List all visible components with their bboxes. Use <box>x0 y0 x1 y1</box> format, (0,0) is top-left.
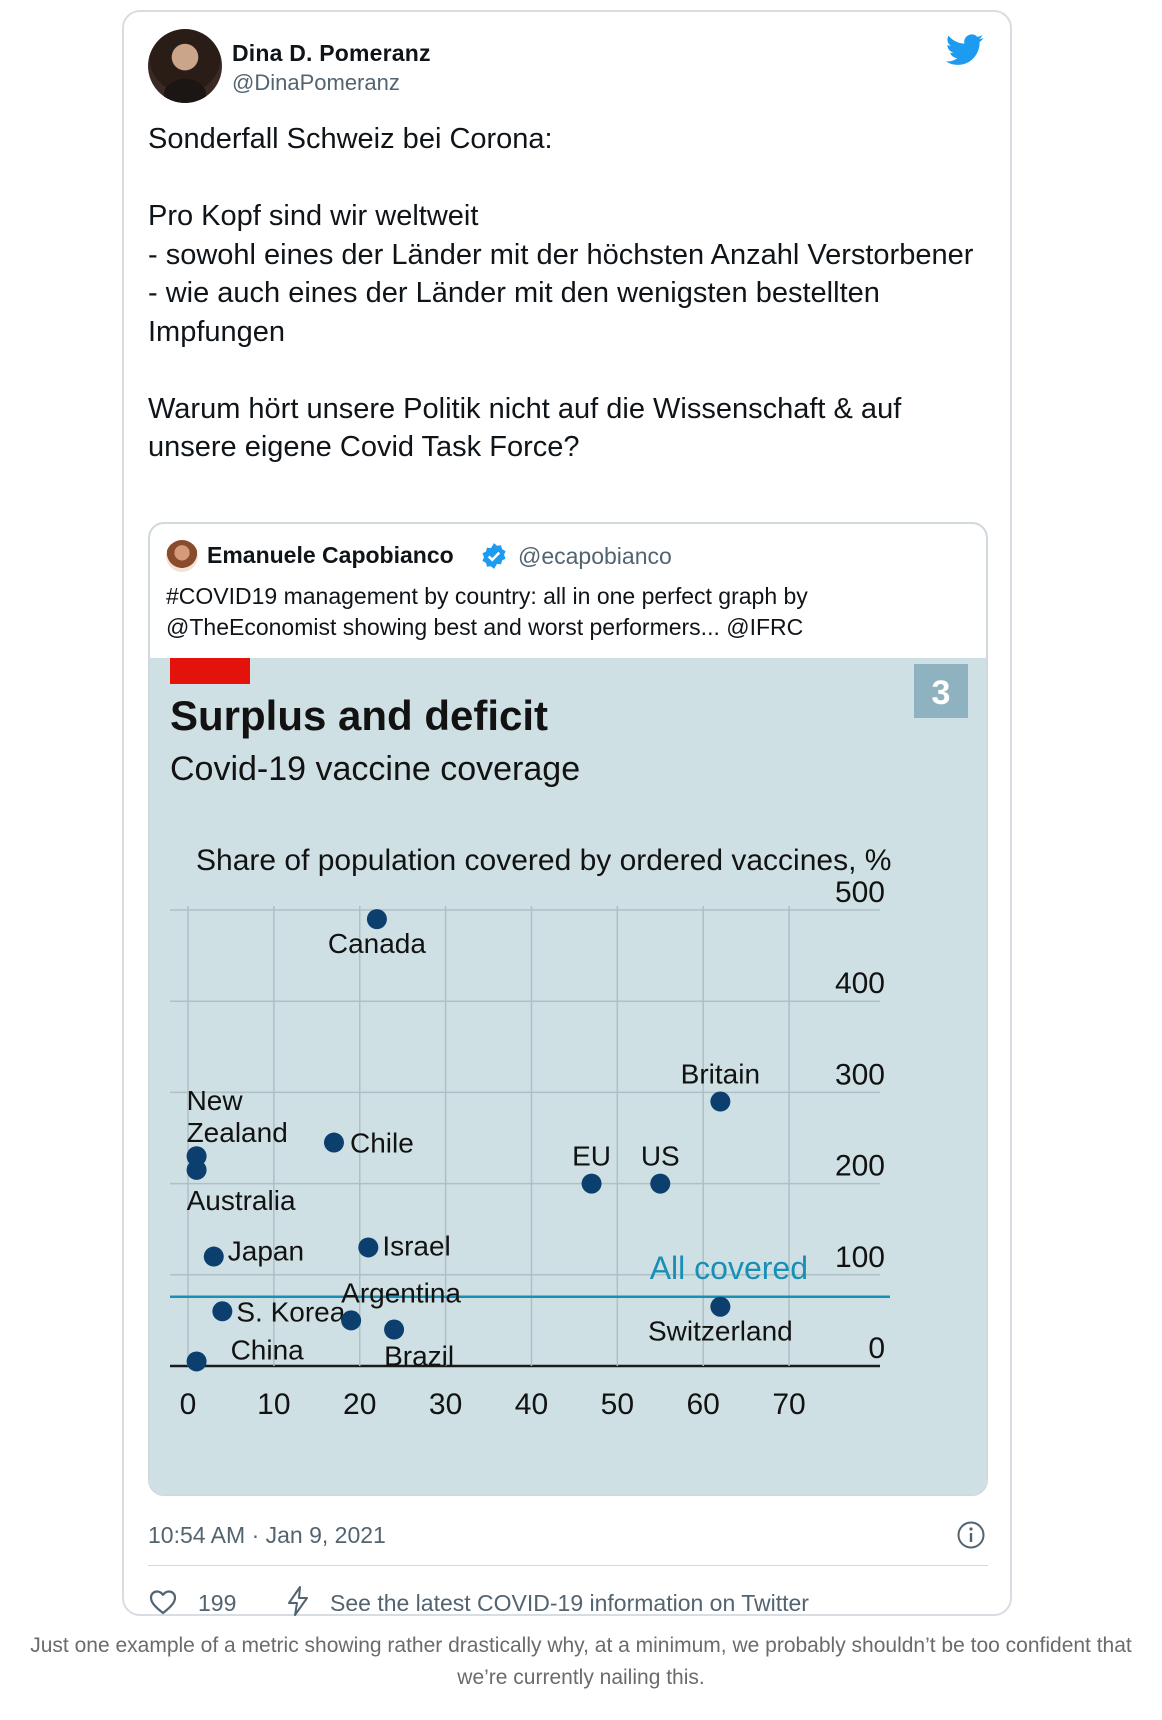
like-count[interactable]: 199 <box>198 1590 236 1617</box>
x-tick-label: 40 <box>515 1388 548 1421</box>
data-label-israel: Israel <box>382 1230 450 1261</box>
y-tick-label: 500 <box>835 876 885 909</box>
author-handle[interactable]: @DinaPomeranz <box>232 70 400 96</box>
quoted-author-name: Emanuele Capobianco <box>207 542 454 568</box>
data-point-israel <box>358 1237 379 1258</box>
covid-info-link[interactable]: See the latest COVID-19 information on T… <box>330 1590 809 1617</box>
tweet-card[interactable]: Dina D. Pomeranz @DinaPomeranz Sonderfal… <box>122 10 1012 1616</box>
tweet-timestamp[interactable]: 10:54 AM · Jan 9, 2021 <box>148 1522 386 1549</box>
data-label-britain: Britain <box>681 1059 760 1090</box>
data-point-china <box>186 1351 207 1372</box>
author-avatar[interactable] <box>148 29 222 103</box>
chart-title: Surplus and deficit <box>170 692 548 739</box>
quoted-tweet[interactable]: Emanuele Capobianco @ecapobianco #COVID1… <box>148 522 988 1496</box>
chart-number: 3 <box>932 674 951 712</box>
data-label-switzerland: Switzerland <box>648 1316 793 1347</box>
quoted-author-avatar <box>166 540 198 572</box>
y-axis-label: Share of population covered by ordered v… <box>196 844 891 877</box>
article-caption: Just one example of a metric showing rat… <box>30 1634 1132 1689</box>
twitter-bird-icon[interactable] <box>946 34 984 66</box>
data-point-us <box>650 1173 671 1194</box>
data-point-eu <box>581 1173 602 1194</box>
economist-red-flag <box>170 658 250 684</box>
data-label-australia: Australia <box>187 1185 296 1216</box>
tweet-text: Sonderfall Schweiz bei Corona: Pro Kopf … <box>148 123 974 463</box>
data-label-us: US <box>641 1141 680 1172</box>
data-label-china: China <box>231 1334 305 1365</box>
data-point-s-korea <box>212 1301 233 1322</box>
data-label-canada: Canada <box>328 928 427 959</box>
divider <box>148 1565 988 1566</box>
data-label-argentina: Argentina <box>341 1277 461 1308</box>
y-tick-label: 0 <box>868 1332 885 1365</box>
data-point-chile <box>323 1132 344 1153</box>
chart-subtitle: Covid-19 vaccine coverage <box>170 750 580 788</box>
data-point-japan <box>203 1246 224 1267</box>
data-point-brazil <box>384 1319 405 1340</box>
lightning-bolt-icon <box>288 1586 308 1616</box>
data-point-canada <box>366 909 387 930</box>
x-tick-label: 30 <box>429 1388 462 1421</box>
all-covered-label: All covered <box>650 1250 808 1286</box>
y-tick-label: 300 <box>835 1058 885 1091</box>
quoted-author-handle: @ecapobianco <box>518 543 672 569</box>
x-tick-label: 20 <box>343 1388 376 1421</box>
data-label-s-korea: S. Korea <box>236 1296 345 1327</box>
x-tick-label: 0 <box>180 1388 197 1421</box>
verified-badge-icon <box>482 543 506 569</box>
data-point-argentina <box>341 1310 362 1331</box>
y-tick-label: 100 <box>835 1241 885 1274</box>
data-label-eu: EU <box>572 1141 611 1172</box>
x-tick-label: 70 <box>772 1388 805 1421</box>
info-icon[interactable] <box>956 1520 986 1550</box>
y-tick-label: 200 <box>835 1150 885 1183</box>
x-tick-label: 60 <box>687 1388 720 1421</box>
data-label-chile: Chile <box>350 1128 414 1159</box>
y-tick-label: 400 <box>835 967 885 1000</box>
economist-chart-image[interactable]: 3 Surplus and deficit Covid-19 vaccine c… <box>150 658 986 1496</box>
data-point-switzerland <box>710 1296 731 1317</box>
x-tick-label: 10 <box>257 1388 290 1421</box>
data-label-japan: Japan <box>228 1236 304 1267</box>
x-tick-label: 50 <box>601 1388 634 1421</box>
quoted-tweet-text: #COVID19 management by country: all in o… <box>166 583 815 640</box>
data-label-brazil: Brazil <box>384 1341 454 1372</box>
author-name[interactable]: Dina D. Pomeranz <box>232 40 431 67</box>
data-point-australia <box>186 1159 207 1180</box>
heart-icon[interactable] <box>148 1587 178 1617</box>
data-point-britain <box>710 1091 731 1112</box>
